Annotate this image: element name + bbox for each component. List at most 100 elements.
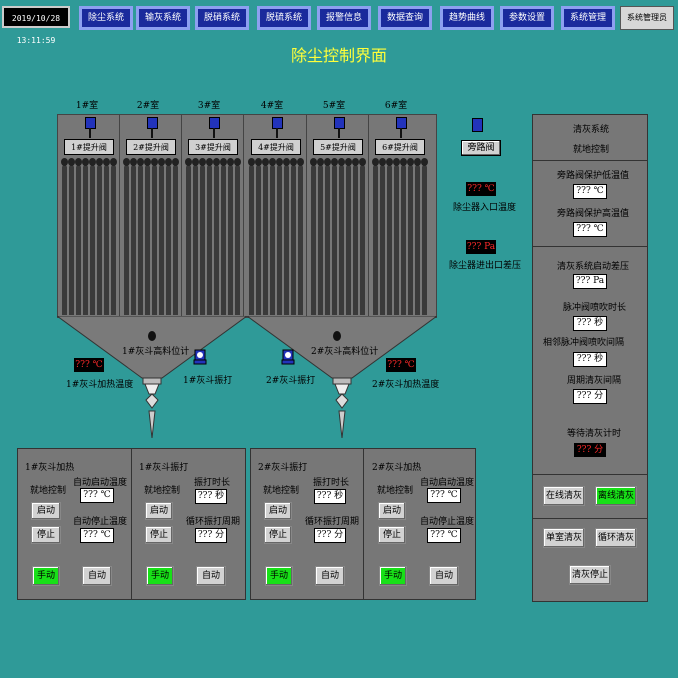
p1-start-button[interactable]: 启动 <box>31 502 61 520</box>
p4-title: 2#灰斗加热 <box>372 463 422 473</box>
single-room-cleaning-button[interactable]: 单室清灰 <box>543 528 585 548</box>
filter-bag <box>89 158 96 315</box>
p3-title: 2#灰斗振打 <box>258 463 308 473</box>
inlet-temp-label: 除尘器入口温度 <box>453 203 517 213</box>
p1-title: 1#灰斗加热 <box>25 463 75 473</box>
cycle-interval-value[interactable]: ??? 分 <box>573 389 607 404</box>
nav-param-settings[interactable]: 参数设置 <box>500 6 554 30</box>
p4-auto-start-value[interactable]: ??? ℃ <box>427 488 461 503</box>
pulse-interval-value[interactable]: ??? 秒 <box>573 352 607 367</box>
lift-valve-3-button[interactable]: 3#提升阀 <box>188 139 238 155</box>
hopper1-level-label: 1#灰斗高料位计 <box>122 347 190 357</box>
room-label-5: 5#室 <box>322 101 346 111</box>
filter-bag <box>372 158 379 315</box>
filter-bag <box>110 158 117 315</box>
hopper2-rapper-label: 2#灰斗振打 <box>266 376 316 386</box>
cleaning-local-label: 就地控制 <box>573 145 610 155</box>
filter-bag <box>68 158 75 315</box>
lift-valve-2-button[interactable]: 2#提升阀 <box>126 139 176 155</box>
p3-start-button[interactable]: 启动 <box>264 502 292 520</box>
lift-valve-6-button[interactable]: 6#提升阀 <box>375 139 425 155</box>
p3-cycle-value[interactable]: ??? 分 <box>314 528 346 543</box>
filter-bag <box>206 158 213 315</box>
p2-manual-button[interactable]: 手动 <box>146 566 174 586</box>
filter-bag <box>227 158 234 315</box>
hopper1-rapper-label: 1#灰斗振打 <box>183 376 233 386</box>
cleaning-stop-button[interactable]: 清灰停止 <box>569 565 611 585</box>
hopper1-heat-temp-display: ??? ℃ <box>74 358 104 372</box>
p1-auto-stop-value[interactable]: ??? ℃ <box>80 528 114 543</box>
bypass-high-value[interactable]: ??? ℃ <box>573 222 607 237</box>
p2-rap-time-value[interactable]: ??? 秒 <box>195 489 227 504</box>
start-diff-label: 清灰系统启动差压 <box>557 262 630 272</box>
filter-bag <box>213 158 220 315</box>
nav-dust-removal[interactable]: 除尘系统 <box>79 6 133 30</box>
p3-rap-time-label: 振打时长 <box>313 478 350 488</box>
filter-bag <box>130 158 137 315</box>
filter-bag <box>192 158 199 315</box>
offline-cleaning-button[interactable]: 离线清灰 <box>595 486 637 506</box>
p3-stop-button[interactable]: 停止 <box>264 526 292 544</box>
p4-auto-stop-label: 自动停止温度 <box>420 517 475 527</box>
nav-ash-conveying[interactable]: 输灰系统 <box>136 6 190 30</box>
p4-auto-button[interactable]: 自动 <box>429 566 459 586</box>
online-cleaning-button[interactable]: 在线清灰 <box>543 486 585 506</box>
chamber-3: 3#提升阀 <box>182 115 244 318</box>
filter-bag <box>393 158 400 315</box>
p3-auto-button[interactable]: 自动 <box>315 566 345 586</box>
nav-alarm-info[interactable]: 报警信息 <box>317 6 371 30</box>
p2-start-button[interactable]: 启动 <box>145 502 173 520</box>
nav-trend-curve[interactable]: 趋势曲线 <box>440 6 494 30</box>
p2-cycle-value[interactable]: ??? 分 <box>195 528 227 543</box>
filter-bag <box>248 158 255 315</box>
lift-valve-5-button[interactable]: 5#提升阀 <box>313 139 363 155</box>
bypass-valve-icon <box>472 118 483 132</box>
p2-auto-button[interactable]: 自动 <box>196 566 226 586</box>
lift-valve-1-button[interactable]: 1#提升阀 <box>64 139 114 155</box>
p3-manual-button[interactable]: 手动 <box>265 566 293 586</box>
filter-bag <box>165 158 172 315</box>
p4-start-button[interactable]: 启动 <box>378 502 406 520</box>
p4-stop-button[interactable]: 停止 <box>378 526 406 544</box>
nav-data-query[interactable]: 数据查询 <box>378 6 432 30</box>
p1-manual-button[interactable]: 手动 <box>32 566 60 586</box>
start-diff-value[interactable]: ??? Pa <box>573 274 607 289</box>
rapper-2-icon[interactable] <box>281 348 295 366</box>
loop-cleaning-button[interactable]: 循环清灰 <box>595 528 637 548</box>
nav-denitration[interactable]: 脱硝系统 <box>195 6 249 30</box>
lift-valve-4-button[interactable]: 4#提升阀 <box>251 139 301 155</box>
p1-local-label: 就地控制 <box>30 486 67 496</box>
filter-bag <box>144 158 151 315</box>
pulse-interval-label: 相邻脉冲阀喷吹间隔 <box>543 338 625 348</box>
filter-bag <box>172 158 179 315</box>
bypass-valve-button[interactable]: 旁路阀 <box>461 140 501 156</box>
p1-auto-button[interactable]: 自动 <box>82 566 112 586</box>
p1-stop-button[interactable]: 停止 <box>31 526 61 544</box>
filter-bag <box>220 158 227 315</box>
filter-bag <box>137 158 144 315</box>
diff-pressure-label: 除尘器进出口差压 <box>449 261 522 271</box>
p1-auto-start-value[interactable]: ??? ℃ <box>80 488 114 503</box>
filter-bag <box>96 158 103 315</box>
hopper2-level-label: 2#灰斗高料位计 <box>311 347 379 357</box>
clock-display: 2019/10/28 13:11:59 <box>2 6 70 45</box>
pulse-time-value[interactable]: ??? 秒 <box>573 316 607 331</box>
rapper-1-icon[interactable] <box>193 348 207 366</box>
nav-desulfurization[interactable]: 脱硫系统 <box>257 6 311 30</box>
diff-pressure-display: ??? Pa <box>466 240 496 254</box>
p1-auto-start-label: 自动启动温度 <box>73 478 128 488</box>
bypass-low-value[interactable]: ??? ℃ <box>573 184 607 199</box>
p4-auto-stop-value[interactable]: ??? ℃ <box>427 528 461 543</box>
user-button[interactable]: 系统管理员 <box>620 6 674 30</box>
poppet-valve-icon <box>334 117 345 138</box>
filter-bag <box>297 158 304 315</box>
filter-bag <box>338 158 345 315</box>
filter-bag <box>352 158 359 315</box>
p3-rap-time-value[interactable]: ??? 秒 <box>314 489 346 504</box>
filter-bag <box>324 158 331 315</box>
wait-timer-label: 等待清灰计时 <box>567 429 622 439</box>
nav-system-management[interactable]: 系统管理 <box>561 6 615 30</box>
p2-stop-button[interactable]: 停止 <box>145 526 173 544</box>
p4-manual-button[interactable]: 手动 <box>379 566 407 586</box>
wait-timer-display: ??? 分 <box>574 443 606 457</box>
